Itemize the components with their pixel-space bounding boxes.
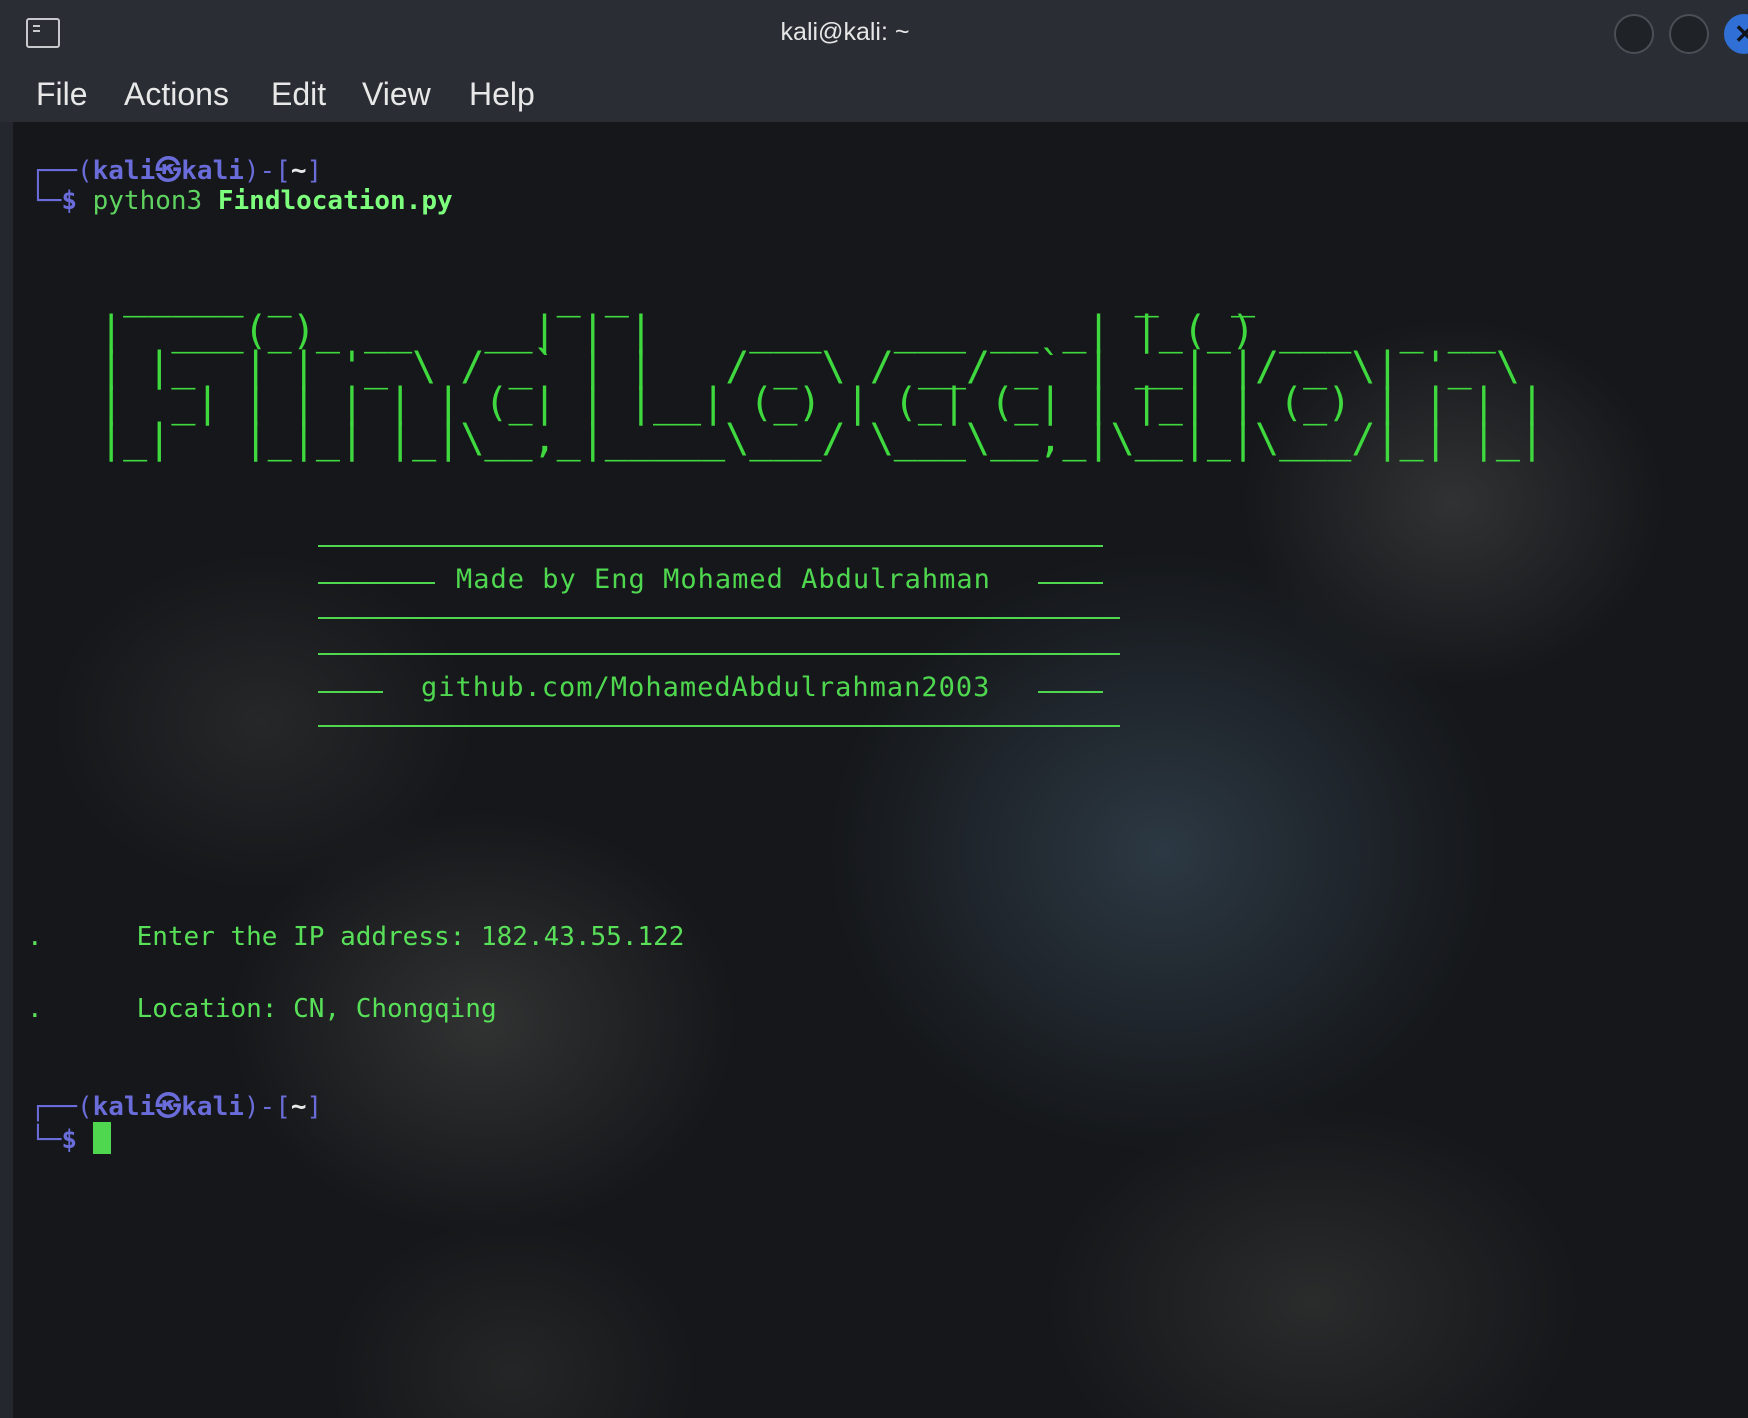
- minimize-button[interactable]: [1614, 14, 1654, 54]
- menu-bar: File Actions Edit View Help: [0, 68, 1748, 122]
- command-line-2[interactable]: └─$: [30, 1122, 111, 1155]
- github-text: github.com/MohamedAbdulrahman2003: [421, 672, 991, 703]
- terminal-window: kali@kali: ~ ✕ File Actions Edit View He…: [0, 0, 1748, 1418]
- banner-rule-right-2: [1038, 691, 1103, 693]
- ascii-art-banner: _____ _ _ _ _ _ | ___(_)_ __ __| | | ___…: [99, 272, 1545, 462]
- maximize-button[interactable]: [1669, 14, 1709, 54]
- menu-view[interactable]: View: [362, 76, 431, 113]
- menu-help[interactable]: Help: [469, 76, 535, 113]
- close-icon: ✕: [1734, 19, 1748, 49]
- prompt-line-1: ┌──(kali㉿kali)-[~]: [30, 156, 323, 186]
- banner-rule-top: [318, 545, 1103, 547]
- banner-rule-mid-1: [318, 617, 1120, 619]
- close-button[interactable]: ✕: [1724, 14, 1748, 54]
- banner-rule-bottom: [318, 725, 1120, 727]
- title-bar[interactable]: kali@kali: ~ ✕: [0, 0, 1748, 68]
- banner-rule-left-2: [318, 691, 383, 693]
- menu-actions[interactable]: Actions: [124, 76, 229, 113]
- banner-rule-right-1: [1038, 582, 1103, 584]
- ip-prompt-text: Enter the IP address: 182.43.55.122: [136, 922, 685, 952]
- made-by-text: Made by Eng Mohamed Abdulrahman: [456, 564, 991, 595]
- menu-file[interactable]: File: [36, 76, 88, 113]
- command-program: python3: [92, 186, 203, 216]
- command-argument: Findlocation.py: [217, 186, 453, 216]
- banner-rule-mid-2: [318, 653, 1120, 655]
- terminal-output-area[interactable]: ┌──(kali㉿kali)-[~] └─$ python3 Findlocat…: [13, 122, 1748, 1418]
- location-result: Location: CN, Chongqing: [136, 994, 497, 1024]
- command-line-1: └─$ python3 Findlocation.py: [30, 186, 453, 216]
- window-title: kali@kali: ~: [780, 18, 910, 46]
- banner-rule-left-1: [318, 582, 435, 584]
- text-cursor: [92, 1122, 111, 1154]
- ip-input-line: . Enter the IP address: 182.43.55.122: [27, 922, 685, 952]
- prompt-line-2: ┌──(kali㉿kali)-[~]: [30, 1092, 323, 1122]
- location-line: . Location: CN, Chongqing: [27, 994, 497, 1024]
- menu-edit[interactable]: Edit: [271, 76, 326, 113]
